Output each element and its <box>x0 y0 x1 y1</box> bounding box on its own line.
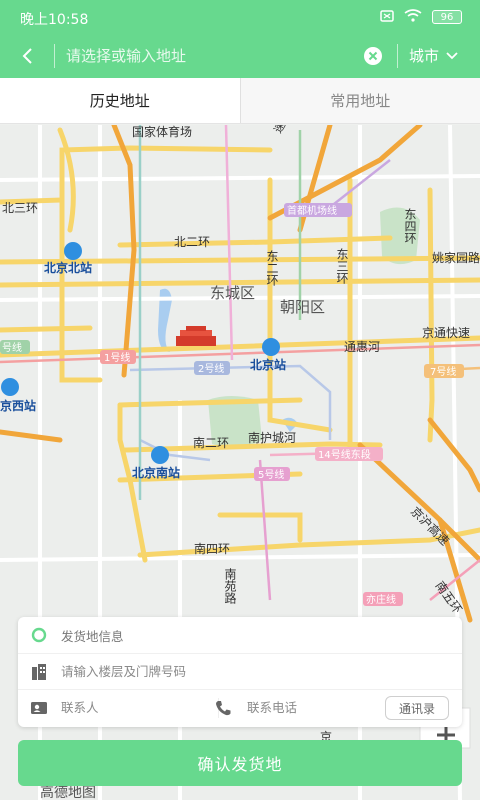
map-label-line9: 号线 <box>2 341 22 354</box>
header-divider <box>397 44 398 68</box>
city-label: 城市 <box>409 47 440 65</box>
status-bar: 晚上10:58 96 <box>0 0 480 34</box>
tab-label: 历史地址 <box>89 92 150 110</box>
origin-label: 发货地信息 <box>61 628 124 644</box>
map-label-tonghuihe: 通惠河 <box>344 340 380 354</box>
map-label-east2: 东二环 <box>265 250 279 286</box>
status-icons: 96 <box>380 9 462 25</box>
header-divider <box>54 44 55 68</box>
tab-frequent[interactable]: 常用地址 <box>240 78 480 123</box>
map-label-nanyuan: 南苑路 <box>223 567 237 605</box>
map-label-south2: 南二环 <box>193 435 229 450</box>
wifi-icon <box>404 9 422 25</box>
search-header: 城市 <box>0 34 480 78</box>
back-button[interactable] <box>14 42 42 70</box>
map-label-beijing-north: 北京北站 <box>44 260 92 275</box>
close-icon <box>368 51 378 61</box>
location-circle-icon <box>30 626 48 644</box>
contact-name-input[interactable] <box>61 700 201 715</box>
contacts-button[interactable]: 通讯录 <box>385 696 449 720</box>
address-search-input[interactable] <box>66 41 356 71</box>
building-icon <box>30 663 48 681</box>
contact-row: 通讯录 <box>18 689 462 725</box>
notification-icon <box>380 9 394 25</box>
tab-label: 常用地址 <box>330 92 391 110</box>
map-label-beijing-station: 北京站 <box>250 357 286 372</box>
map-label-line1: 1号线 <box>104 351 130 364</box>
map-label-airport: 首都机场线 <box>287 204 337 217</box>
floor-row <box>18 653 462 689</box>
map-label-beijing-south: 北京南站 <box>132 465 180 480</box>
map-label-line14: 14号线东段 <box>318 448 371 461</box>
status-time: 晚上10:58 <box>20 12 89 28</box>
map-label-stadium: 国家体育场 <box>132 125 192 139</box>
phone-input[interactable] <box>247 700 377 715</box>
city-selector[interactable]: 城市 <box>409 45 459 66</box>
battery-icon: 96 <box>432 10 462 24</box>
map-label-south4: 南四环 <box>194 541 230 556</box>
chevron-left-icon <box>22 48 32 64</box>
clear-button[interactable] <box>364 47 382 65</box>
map-label-yaojia: 姚家园路 <box>432 250 480 265</box>
contact-card-icon <box>30 699 48 717</box>
map-label-jingtong: 京通快速 <box>422 326 470 340</box>
map-label-dongcheng: 东城区 <box>210 284 255 302</box>
floor-number-input[interactable] <box>61 664 421 679</box>
origin-row[interactable]: 发货地信息 <box>18 617 462 653</box>
tab-history[interactable]: 历史地址 <box>0 78 240 123</box>
map-label-beijing-west: 京西站 <box>0 398 36 413</box>
map-logo: 高德地图 <box>40 784 96 800</box>
map-label-line7: 7号线 <box>430 365 456 378</box>
map-label-north2: 北二环 <box>174 235 210 249</box>
map-label-line5: 5号线 <box>258 468 284 481</box>
phone-icon <box>214 699 232 717</box>
map-label-nanhu: 南护城河 <box>248 430 296 445</box>
shipping-info-card: 发货地信息 通讯录 <box>18 617 462 727</box>
confirm-button[interactable]: 确认发货地 <box>18 740 462 786</box>
map-label-chaoyang: 朝阳区 <box>280 298 325 316</box>
map-label-east4: 东四环 <box>403 208 417 244</box>
map-label-line2: 2号线 <box>198 362 224 375</box>
map-label-north3: 北三环 <box>2 201 38 215</box>
battery-level: 96 <box>440 11 454 23</box>
chevron-down-icon <box>446 51 458 59</box>
map-label-yizhuang: 亦庄线 <box>366 593 396 606</box>
address-tabs: 历史地址 常用地址 <box>0 78 480 124</box>
map-label-east3: 东三环 <box>335 248 349 284</box>
